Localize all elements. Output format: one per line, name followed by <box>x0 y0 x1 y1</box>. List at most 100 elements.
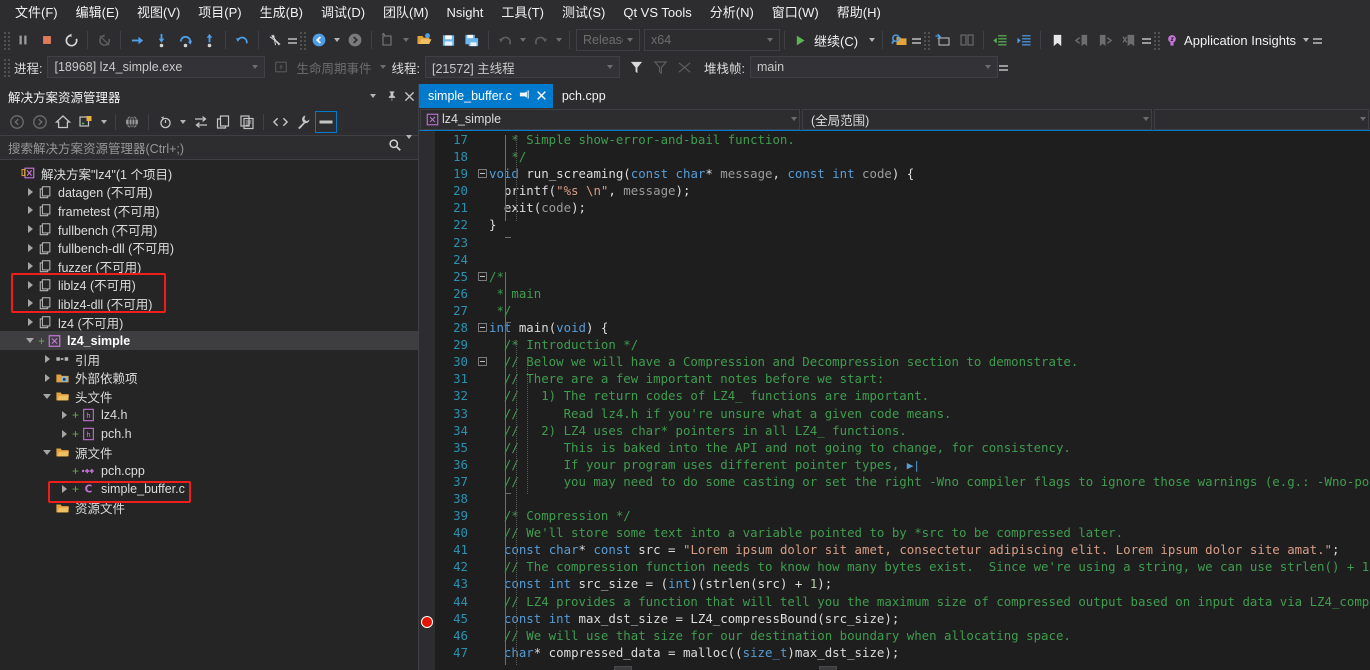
navigate-back-dropdown[interactable] <box>331 28 343 52</box>
code-line[interactable]: } <box>489 216 1370 233</box>
new-project-button[interactable] <box>376 28 400 52</box>
tree-item-fuzzer[interactable]: fuzzer (不可用) <box>0 257 418 276</box>
code-line[interactable]: int main(void) { <box>489 319 1370 336</box>
back-button[interactable] <box>6 111 28 133</box>
intellisense-hint-chip[interactable]: c <box>614 666 632 670</box>
decrease-indent-button[interactable] <box>988 28 1012 52</box>
pin-icon[interactable] <box>519 89 530 103</box>
application-insights-button[interactable]: Application Insights <box>1161 33 1300 48</box>
collapse-arrow-icon[interactable] <box>57 406 71 424</box>
code-line[interactable]: printf("%s \n", message); <box>489 182 1370 199</box>
toolbar-overflow-button[interactable] <box>911 28 922 52</box>
save-all-button[interactable] <box>460 28 484 52</box>
pin-button[interactable] <box>382 86 400 106</box>
code-line[interactable]: /* Introduction */ <box>489 336 1370 353</box>
clear-bookmarks-button[interactable] <box>1117 28 1141 52</box>
code-line[interactable]: // This is baked into the API and not go… <box>489 439 1370 456</box>
collapse-arrow-icon[interactable] <box>23 183 37 201</box>
menu-build[interactable]: 生成(B) <box>251 1 312 25</box>
breakpoint-gutter[interactable] <box>419 131 435 670</box>
thread-dropdown[interactable] <box>603 65 617 69</box>
tree-item-frametest[interactable]: frametest (不可用) <box>0 201 418 220</box>
code-line[interactable]: char* compressed_data = malloc((size_t)m… <box>489 644 1370 661</box>
menu-file[interactable]: 文件(F) <box>6 1 67 25</box>
tree-item-external-dependencies[interactable]: 外部依赖项 <box>0 369 418 388</box>
tree-item-simple-buffer-c[interactable]: + Csimple_buffer.c <box>0 480 418 499</box>
stackframe-combo[interactable]: main <box>749 56 998 78</box>
pause-button[interactable] <box>11 28 35 52</box>
view-code-button[interactable] <box>269 111 291 133</box>
sync-with-active-document-button[interactable] <box>121 111 143 133</box>
menu-window[interactable]: 窗口(W) <box>763 1 828 25</box>
redo-button[interactable] <box>529 28 553 52</box>
collapse-all-button[interactable] <box>190 111 212 133</box>
tab-pch-cpp[interactable]: pch.cpp <box>553 84 612 108</box>
code-line[interactable] <box>489 490 1370 507</box>
collapse-arrow-icon[interactable] <box>23 220 37 238</box>
properties-window-button[interactable] <box>315 110 337 133</box>
tree-item-pch-h[interactable]: + h pch.h <box>0 424 418 443</box>
process-dropdown[interactable] <box>248 65 262 69</box>
toolbar-grip[interactable] <box>298 30 307 50</box>
code-line[interactable]: exit(code); <box>489 199 1370 216</box>
code-line[interactable]: // you may need to do some casting or se… <box>489 473 1370 490</box>
collapse-arrow-icon[interactable] <box>57 425 71 443</box>
preview-selected-items-button[interactable] <box>236 111 258 133</box>
configuration-dropdown[interactable] <box>623 38 637 42</box>
tree-item-source-files[interactable]: 源文件 <box>0 443 418 462</box>
solution-explorer-search[interactable]: 搜索解决方案资源管理器(Ctrl+;) <box>0 134 418 160</box>
code-line[interactable]: // We will use that size for our destina… <box>489 627 1370 644</box>
tree-item-liblz4-dll[interactable]: liblz4-dll (不可用) <box>0 294 418 313</box>
show-all-files-button[interactable] <box>213 111 235 133</box>
menu-qt-vs-tools[interactable]: Qt VS Tools <box>614 1 700 25</box>
step-over-curve-button[interactable] <box>173 28 197 52</box>
collapse-arrow-icon[interactable] <box>40 350 54 368</box>
collapse-arrow-icon[interactable] <box>23 313 37 331</box>
code-line[interactable]: const int max_dst_size = LZ4_compressBou… <box>489 610 1370 627</box>
code-line[interactable]: // 2) LZ4 uses char* pointers in all LZ4… <box>489 422 1370 439</box>
unflag-thread-button[interactable] <box>649 55 673 79</box>
undo-button[interactable] <box>493 28 517 52</box>
close-icon[interactable] <box>536 90 547 103</box>
solution-explorer-tree[interactable]: 解决方案"lz4"(1 个项目) datagen (不可用) frametest (… <box>0 160 418 670</box>
toolbar-overflow-button[interactable] <box>1141 28 1152 52</box>
collapse-arrow-icon[interactable] <box>40 369 54 387</box>
menu-view[interactable]: 视图(V) <box>128 1 189 25</box>
show-only-flagged-button[interactable] <box>673 55 697 79</box>
expand-arrow-icon[interactable] <box>40 387 54 405</box>
collapse-region-button[interactable] <box>475 165 489 182</box>
toolbar-grip[interactable] <box>922 30 932 50</box>
code-line[interactable]: // The compression function needs to kno… <box>489 558 1370 575</box>
close-button[interactable] <box>400 86 418 106</box>
navbar-member-combo[interactable] <box>1154 108 1369 130</box>
menu-test[interactable]: 测试(S) <box>553 1 614 25</box>
forward-button[interactable] <box>29 111 51 133</box>
tree-item-references[interactable]: 引用 <box>0 350 418 369</box>
tree-item-lz4-simple[interactable]: + lz4_simple <box>0 331 418 350</box>
toolbar-grip[interactable] <box>2 30 11 50</box>
step-into-button[interactable] <box>149 28 173 52</box>
panel-menu-button[interactable] <box>364 86 382 106</box>
code-line[interactable]: void run_screaming(const char* message, … <box>489 165 1370 182</box>
expand-ellipsis-icon[interactable]: ▶| <box>907 459 920 472</box>
tab-simple-buffer-c[interactable]: simple_buffer.c <box>419 84 553 108</box>
code-line[interactable]: const char* const src = "Lorem ipsum dol… <box>489 541 1370 558</box>
code-line[interactable] <box>489 251 1370 268</box>
collapse-arrow-icon[interactable] <box>23 201 37 219</box>
pending-changes-dropdown[interactable] <box>98 110 110 134</box>
tree-item-liblz4[interactable]: liblz4 (不可用) <box>0 276 418 295</box>
code-line[interactable]: // Read lz4.h if you're unsure what a gi… <box>489 405 1370 422</box>
menu-edit[interactable]: 编辑(E) <box>67 1 128 25</box>
intellisense-hint-chip[interactable]: o <box>819 666 837 670</box>
configuration-combo[interactable]: Release <box>576 29 640 51</box>
tree-item-fullbench-dll[interactable]: fullbench-dll (不可用) <box>0 238 418 257</box>
home-button[interactable] <box>52 111 74 133</box>
navigate-back-button[interactable] <box>307 28 331 52</box>
new-project-dropdown[interactable] <box>400 28 412 52</box>
restart-button[interactable] <box>59 28 83 52</box>
stop-button[interactable] <box>35 28 59 52</box>
code-line[interactable]: */ <box>489 148 1370 165</box>
refresh-button[interactable] <box>154 111 176 133</box>
redo-dropdown[interactable] <box>553 28 565 52</box>
navbar-scope-combo[interactable]: (全局范围) <box>802 108 1152 130</box>
